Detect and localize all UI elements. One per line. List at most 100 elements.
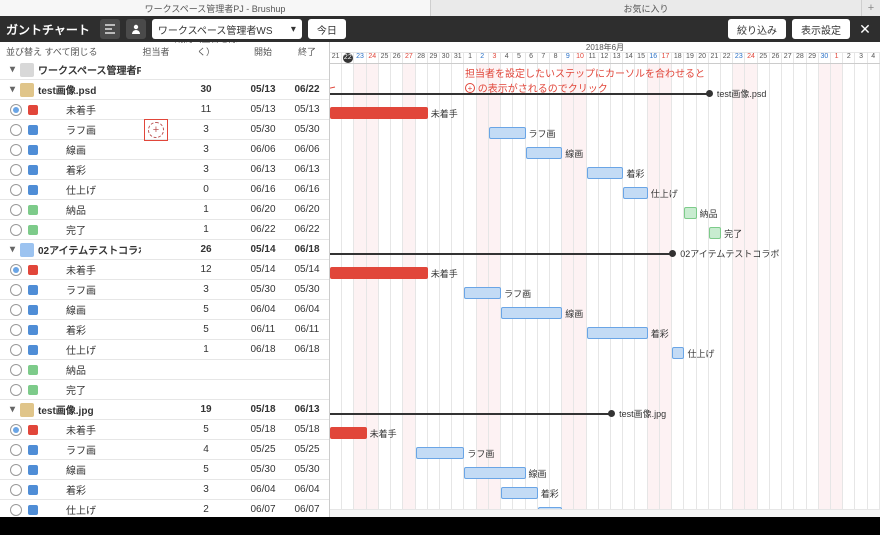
filter-button[interactable]: 絞り込み (728, 19, 786, 39)
gantt-bar[interactable]: 未着手 (330, 427, 367, 439)
display-settings-button[interactable]: 表示設定 (792, 19, 850, 39)
group-row[interactable]: ▾02アイテムテストコラボ2605/1406/18 (0, 240, 329, 260)
period-cell: 19 (171, 404, 241, 415)
status-color-icon (28, 265, 38, 275)
status-radio[interactable] (10, 204, 22, 216)
tab-add[interactable]: + (862, 0, 880, 16)
item-icon (20, 83, 34, 97)
status-radio[interactable] (10, 124, 22, 136)
tab-favorites[interactable]: お気に入り (431, 0, 862, 16)
task-row[interactable]: ラフ画405/2505/25 (0, 440, 329, 460)
task-row[interactable]: ラフ画+305/3005/30 (0, 120, 329, 140)
horizontal-scrollbar[interactable] (330, 509, 880, 517)
status-radio[interactable] (10, 344, 22, 356)
row-name: 完了 (44, 222, 141, 237)
status-radio[interactable] (10, 444, 22, 456)
status-radio[interactable] (10, 364, 22, 376)
task-row[interactable]: 着彩506/1106/11 (0, 320, 329, 340)
status-radio[interactable] (10, 484, 22, 496)
gantt-bar[interactable]: ラフ画 (464, 287, 501, 299)
calendar-day: 30 (440, 53, 452, 63)
gantt-bar[interactable]: 着彩 (587, 327, 648, 339)
status-radio[interactable] (10, 104, 22, 116)
gantt-bar-label: 未着手 (370, 427, 397, 440)
sort-link[interactable]: 並び替え (6, 47, 42, 57)
calendar-day: 13 (611, 53, 623, 63)
task-row[interactable]: 着彩306/0406/04 (0, 480, 329, 500)
task-row[interactable]: 線画505/3005/30 (0, 460, 329, 480)
tab-workspace[interactable]: ワークスペース管理者PJ - Brushup (0, 0, 431, 16)
gantt-bar[interactable]: 着彩 (587, 167, 624, 179)
status-radio[interactable] (10, 324, 22, 336)
end-cell: 06/20 (285, 204, 329, 215)
gantt-bar[interactable]: 線画 (464, 467, 525, 479)
gantt-bar[interactable]: 仕上げ (672, 347, 684, 359)
today-button[interactable]: 今日 (308, 19, 346, 39)
status-radio[interactable] (10, 164, 22, 176)
task-row[interactable]: 未着手1205/1405/14 (0, 260, 329, 280)
status-color-icon (28, 345, 38, 355)
gantt-bar[interactable]: 完了 (709, 227, 721, 239)
calendar-day: 2 (843, 53, 855, 63)
gantt-bar[interactable]: 着彩 (501, 487, 538, 499)
task-row[interactable]: 未着手505/1805/18 (0, 420, 329, 440)
col-header-period: 期間（土日を除く） (171, 42, 241, 58)
gantt-bar[interactable]: 納品 (684, 207, 696, 219)
assignee-cell[interactable]: + (141, 120, 171, 140)
task-row[interactable]: 線画306/0606/06 (0, 140, 329, 160)
add-assignee-icon[interactable]: + (148, 122, 164, 138)
root-row[interactable]: ▾ワークスペース管理者PJ (0, 60, 329, 80)
task-row[interactable]: 仕上げ006/1606/16 (0, 180, 329, 200)
gantt-bar[interactable]: ラフ画 (489, 127, 526, 139)
status-radio[interactable] (10, 184, 22, 196)
collapse-all-link[interactable]: すべて閉じる (45, 47, 98, 57)
period-cell: 5 (171, 304, 241, 315)
status-color-icon (28, 125, 38, 135)
status-radio[interactable] (10, 144, 22, 156)
gantt-bar[interactable]: ラフ画 (416, 447, 465, 459)
status-radio[interactable] (10, 224, 22, 236)
group-row[interactable]: ▾test画像.psd3005/1306/22 (0, 80, 329, 100)
task-row[interactable]: 納品 (0, 360, 329, 380)
end-cell: 06/13 (285, 164, 329, 175)
period-cell: 3 (171, 164, 241, 175)
calendar-day: 23 (354, 53, 366, 63)
task-row[interactable]: 完了106/2206/22 (0, 220, 329, 240)
task-row[interactable]: 仕上げ206/0706/07 (0, 500, 329, 517)
task-row[interactable]: 納品106/2006/20 (0, 200, 329, 220)
gantt-pane: 2018年6月 21222324252627282930311234567891… (330, 42, 880, 517)
status-radio[interactable] (10, 464, 22, 476)
status-radio[interactable] (10, 304, 22, 316)
status-radio[interactable] (10, 284, 22, 296)
task-row[interactable]: 線画506/0406/04 (0, 300, 329, 320)
calendar-day: 15 (635, 53, 647, 63)
gantt-bar[interactable]: 線画 (526, 147, 563, 159)
period-cell: 0 (171, 184, 241, 195)
period-cell: 26 (171, 244, 241, 255)
workspace-select[interactable]: ワークスペース管理者WS ▾ (152, 19, 302, 39)
task-row[interactable]: ラフ画305/3005/30 (0, 280, 329, 300)
gantt-bar[interactable]: 線画 (501, 307, 562, 319)
hierarchy-toggle-icon[interactable] (100, 19, 120, 39)
user-icon[interactable] (126, 19, 146, 39)
task-row[interactable]: 着彩306/1306/13 (0, 160, 329, 180)
task-row[interactable]: 未着手1105/1305/13 (0, 100, 329, 120)
close-icon[interactable]: ✕ (856, 21, 874, 38)
period-cell: 30 (171, 84, 241, 95)
task-row[interactable]: 完了 (0, 380, 329, 400)
gantt-bar[interactable]: 未着手 (330, 267, 428, 279)
start-cell: 06/04 (241, 304, 285, 315)
start-cell: 05/25 (241, 444, 285, 455)
status-color-icon (28, 485, 38, 495)
gantt-bar[interactable]: 仕上げ (623, 187, 647, 199)
period-cell: 5 (171, 464, 241, 475)
calendar-day: 30 (819, 53, 831, 63)
group-row[interactable]: ▾test画像.jpg1905/1806/13 (0, 400, 329, 420)
col-header-start: 開始 (241, 45, 285, 58)
gantt-bar[interactable]: 未着手 (330, 107, 428, 119)
task-row[interactable]: 仕上げ106/1806/18 (0, 340, 329, 360)
status-radio[interactable] (10, 504, 22, 516)
status-radio[interactable] (10, 384, 22, 396)
status-radio[interactable] (10, 424, 22, 436)
status-radio[interactable] (10, 264, 22, 276)
